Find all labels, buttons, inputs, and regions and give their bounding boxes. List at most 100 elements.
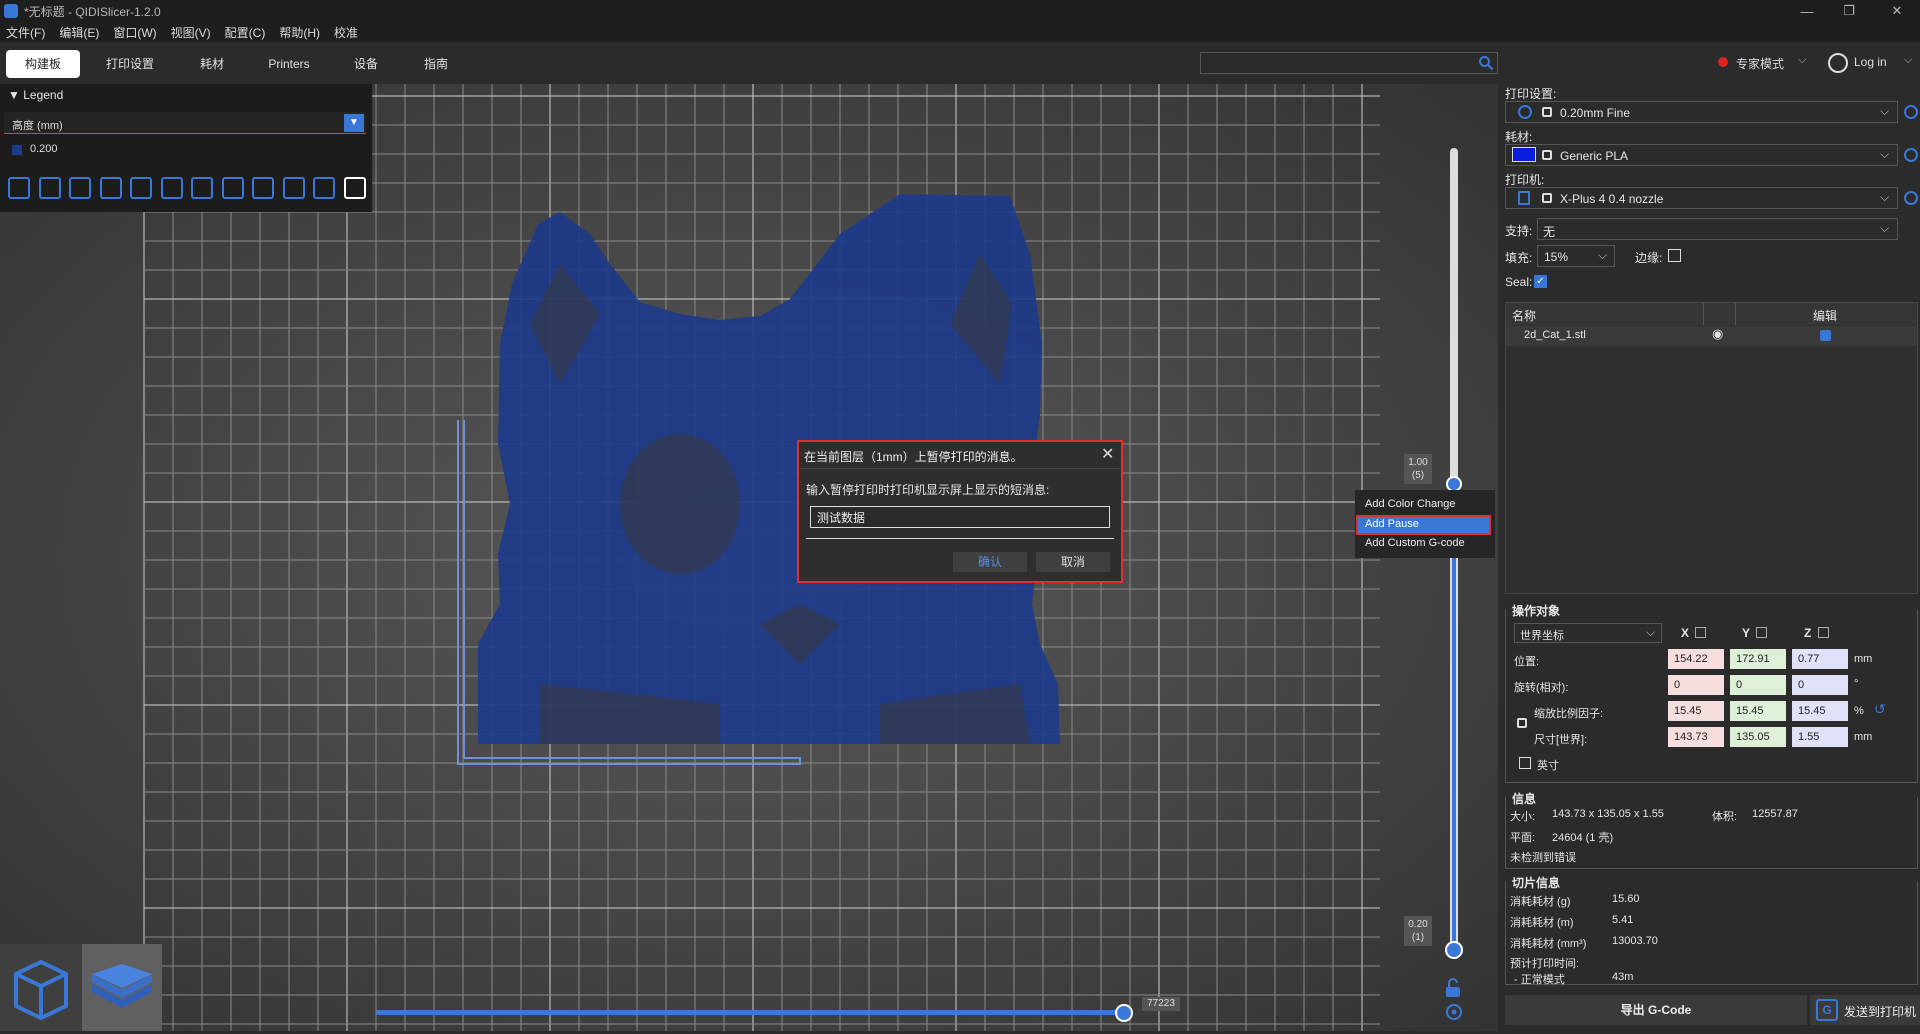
bottom-layer-height: 0.20 bbox=[1408, 919, 1428, 930]
menu-window[interactable]: 窗口(W) bbox=[113, 24, 156, 41]
seams-icon[interactable] bbox=[130, 177, 152, 199]
eye-icon[interactable]: ◉ bbox=[1712, 326, 1723, 342]
menu-calibration[interactable]: 校准 bbox=[334, 24, 358, 41]
position-x-input[interactable]: 154.22 bbox=[1668, 649, 1724, 669]
dropdown-arrow-icon[interactable]: ▼ bbox=[344, 114, 364, 132]
3d-viewport[interactable] bbox=[0, 84, 1498, 1031]
menu-item-add-custom-gcode[interactable]: Add Custom G-code bbox=[1365, 537, 1465, 549]
rotation-y-input[interactable]: 0 bbox=[1730, 675, 1786, 695]
print-settings-value: 0.20mm Fine bbox=[1560, 106, 1631, 120]
scale-x-input[interactable]: 15.45 bbox=[1668, 701, 1724, 721]
rotation-z-input[interactable]: 0 bbox=[1792, 675, 1848, 695]
menu-file[interactable]: 文件(F) bbox=[6, 24, 45, 41]
column-edit-header[interactable]: 编辑 bbox=[1813, 307, 1837, 324]
legend-select-value: 高度 (mm) bbox=[12, 120, 63, 132]
lock-icon bbox=[1542, 193, 1552, 203]
chevron-down-icon[interactable]: ⌵ bbox=[1598, 248, 1607, 263]
wipe-icon[interactable] bbox=[38, 177, 61, 199]
support-select[interactable] bbox=[1537, 218, 1898, 240]
tab-plater[interactable]: 构建板 bbox=[6, 50, 80, 78]
layer-slider-bottom-label: 0.20 (1) bbox=[1404, 916, 1432, 946]
scale-y-input[interactable]: 15.45 bbox=[1730, 701, 1786, 721]
brim-checkbox[interactable] bbox=[1668, 249, 1681, 262]
move-slider-track[interactable] bbox=[376, 1010, 1124, 1015]
slice-row-value: 15.60 bbox=[1612, 893, 1640, 905]
chevron-down-icon[interactable]: ⌵ bbox=[1880, 190, 1889, 205]
shells-icon[interactable] bbox=[313, 177, 335, 199]
legend-title[interactable]: ▼ Legend bbox=[8, 88, 63, 102]
gear-icon[interactable] bbox=[1904, 191, 1918, 205]
tab-print-settings[interactable]: 打印设置 bbox=[94, 50, 166, 78]
gear-icon[interactable] bbox=[1904, 148, 1918, 162]
size-z-input[interactable]: 1.55 bbox=[1792, 727, 1848, 747]
mode-selector[interactable]: 专家模式 bbox=[1736, 55, 1784, 72]
menu-config[interactable]: 配置(C) bbox=[225, 24, 266, 41]
size-y-input[interactable]: 135.05 bbox=[1730, 727, 1786, 747]
inch-checkbox[interactable] bbox=[1519, 757, 1531, 769]
tool-marker-icon[interactable] bbox=[343, 177, 366, 199]
reset-scale-icon[interactable]: ↺ bbox=[1874, 701, 1886, 718]
tab-guide[interactable]: 指南 bbox=[410, 50, 462, 78]
info-volume-label: 体积: bbox=[1712, 811, 1738, 823]
chevron-down-icon[interactable]: ⌵ bbox=[1646, 625, 1655, 640]
menu-help[interactable]: 帮助(H) bbox=[279, 24, 320, 41]
deretractions-icon[interactable] bbox=[99, 177, 122, 199]
seal-checkbox[interactable]: ✓ bbox=[1534, 275, 1547, 288]
color-changes-icon[interactable] bbox=[191, 177, 213, 199]
lock-icon[interactable] bbox=[1517, 718, 1527, 728]
tab-filament[interactable]: 耗材 bbox=[182, 50, 242, 78]
build-plate-canvas[interactable] bbox=[0, 84, 1498, 1031]
move-slider-thumb[interactable] bbox=[1115, 1004, 1133, 1022]
menu-item-add-color-change[interactable]: Add Color Change bbox=[1365, 498, 1456, 510]
center-of-gravity-icon[interactable] bbox=[282, 177, 305, 199]
chevron-down-icon[interactable]: ⌵ bbox=[1904, 54, 1912, 67]
confirm-button[interactable]: 确认 bbox=[953, 552, 1027, 572]
drop-to-bed-icon[interactable] bbox=[1818, 627, 1829, 638]
chevron-down-icon[interactable]: ⌵ bbox=[1880, 147, 1889, 162]
pause-prints-icon[interactable] bbox=[221, 177, 244, 199]
travel-icon[interactable] bbox=[8, 177, 30, 199]
menu-view[interactable]: 视图(V) bbox=[171, 24, 211, 41]
menu-item-add-pause[interactable]: Add Pause bbox=[1365, 518, 1419, 530]
position-y-input[interactable]: 172.91 bbox=[1730, 649, 1786, 669]
scale-z-input[interactable]: 15.45 bbox=[1792, 701, 1848, 721]
view-3d-button[interactable] bbox=[0, 944, 82, 1031]
tab-printers[interactable]: Printers bbox=[256, 50, 322, 78]
filament-value: Generic PLA bbox=[1560, 149, 1629, 163]
menu-edit[interactable]: 编辑(E) bbox=[59, 24, 99, 41]
maximize-icon[interactable]: ❐ bbox=[1826, 0, 1872, 22]
minimize-icon[interactable]: — bbox=[1784, 0, 1830, 22]
infill-value: 15% bbox=[1544, 250, 1569, 264]
size-x-input[interactable]: 143.73 bbox=[1668, 727, 1724, 747]
search-icon[interactable] bbox=[1478, 55, 1494, 71]
chevron-down-icon[interactable]: ⌵ bbox=[1798, 54, 1806, 67]
retractions-icon[interactable] bbox=[69, 177, 91, 199]
chevron-down-icon[interactable]: ⌵ bbox=[1880, 104, 1889, 119]
drop-to-bed-icon[interactable] bbox=[1756, 627, 1767, 638]
close-window-icon[interactable]: ✕ bbox=[1874, 0, 1920, 22]
layer-slider-top-thumb[interactable] bbox=[1446, 476, 1462, 492]
view-preview-button[interactable] bbox=[82, 944, 162, 1031]
printer-value: X-Plus 4 0.4 nozzle bbox=[1560, 192, 1664, 206]
cancel-button[interactable]: 取消 bbox=[1036, 552, 1110, 572]
top-layer-height: 1.00 bbox=[1408, 457, 1428, 468]
position-z-input[interactable]: 0.77 bbox=[1792, 649, 1848, 669]
layer-slider-bottom-thumb[interactable] bbox=[1445, 941, 1463, 959]
user-icon[interactable] bbox=[1828, 53, 1848, 73]
chevron-down-icon[interactable]: ⌵ bbox=[1880, 221, 1889, 236]
column-name-header[interactable]: 名称 bbox=[1512, 307, 1536, 324]
close-icon[interactable]: ✕ bbox=[1101, 444, 1114, 464]
edit-icon[interactable] bbox=[1820, 330, 1831, 341]
tab-device[interactable]: 设备 bbox=[336, 50, 396, 78]
filament-color-swatch[interactable] bbox=[1512, 147, 1536, 162]
search-input[interactable] bbox=[1200, 52, 1498, 74]
drop-to-bed-icon[interactable] bbox=[1695, 627, 1706, 638]
export-gcode-button[interactable]: 导出 G-Code bbox=[1505, 995, 1807, 1025]
tool-changes-icon[interactable] bbox=[160, 177, 183, 199]
scale-label: 缩放比例因子: bbox=[1534, 708, 1604, 720]
gear-icon[interactable] bbox=[1904, 105, 1918, 119]
rotation-x-input[interactable]: 0 bbox=[1668, 675, 1724, 695]
pause-message-input[interactable] bbox=[810, 506, 1110, 528]
custom-gcode-icon[interactable] bbox=[252, 177, 274, 199]
login-button[interactable]: Log in bbox=[1854, 55, 1887, 69]
